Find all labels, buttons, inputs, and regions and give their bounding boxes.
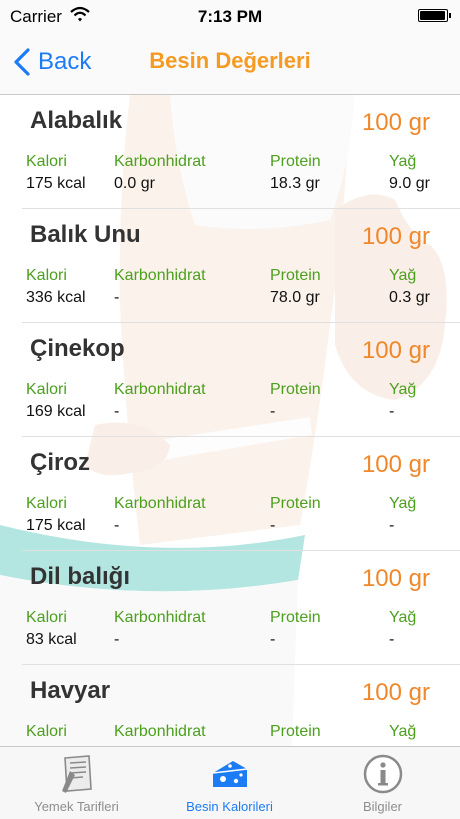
protein-value: 18.3 gr xyxy=(270,175,320,192)
food-portion: 100 gr xyxy=(361,109,430,136)
yag-label: Yağ xyxy=(389,267,417,284)
yag-label: Yağ xyxy=(389,381,417,398)
navigation-bar: Back Besin Değerleri xyxy=(0,32,460,95)
karbonhidrat-value: - xyxy=(114,517,120,534)
karbonhidrat-value: - xyxy=(114,289,120,306)
food-name: Dil balığı xyxy=(30,563,131,590)
karbonhidrat-value: 0.0 gr xyxy=(114,175,155,192)
yag-value: - xyxy=(389,403,395,420)
kalori-label: Kalori xyxy=(26,723,67,740)
cheese-icon xyxy=(212,761,248,787)
protein-value: - xyxy=(270,517,276,534)
protein-value: - xyxy=(270,403,276,420)
yag-value: 9.0 gr xyxy=(389,175,430,192)
food-name: Havyar xyxy=(30,677,111,704)
food-row[interactable]: Dil balığı 100 gr Kalori Karbonhidrat Pr… xyxy=(22,551,460,665)
food-portion: 100 gr xyxy=(361,451,430,478)
food-row[interactable]: Havyar 100 gr Kalori Karbonhidrat Protei… xyxy=(22,665,460,746)
food-portion: 100 gr xyxy=(361,223,430,250)
battery-icon xyxy=(418,9,452,22)
food-table-view[interactable]: Alabalık 100 gr Kalori Karbonhidrat Prot… xyxy=(0,95,460,746)
food-name: Balık Unu xyxy=(30,221,141,248)
food-list: Alabalık 100 gr Kalori Karbonhidrat Prot… xyxy=(0,95,460,746)
food-portion: 100 gr xyxy=(361,337,430,364)
yag-label: Yağ xyxy=(389,153,417,170)
kalori-label: Kalori xyxy=(26,381,67,398)
kalori-value: 169 kcal xyxy=(26,403,86,420)
karbonhidrat-label: Karbonhidrat xyxy=(114,153,206,170)
kalori-label: Kalori xyxy=(26,267,67,284)
tab-besin-kalorileri[interactable]: Besin Kalorileri xyxy=(153,747,306,819)
tab-label: Besin Kalorileri xyxy=(186,799,273,814)
food-row[interactable]: Çiroz 100 gr Kalori Karbonhidrat Protein… xyxy=(22,437,460,551)
page-title: Besin Değerleri xyxy=(149,48,311,73)
recipe-book-icon xyxy=(62,755,92,793)
status-time: 7:13 PM xyxy=(197,7,263,26)
karbonhidrat-value: - xyxy=(114,631,120,648)
food-row[interactable]: Alabalık 100 gr Kalori Karbonhidrat Prot… xyxy=(22,95,460,209)
karbonhidrat-label: Karbonhidrat xyxy=(114,381,206,398)
food-name: Çiroz xyxy=(30,449,90,476)
yag-label: Yağ xyxy=(389,723,417,740)
protein-label: Protein xyxy=(270,495,321,512)
yag-value: - xyxy=(389,631,395,648)
protein-label: Protein xyxy=(270,267,321,284)
karbonhidrat-label: Karbonhidrat xyxy=(114,267,206,284)
food-row[interactable]: Balık Unu 100 gr Kalori Karbonhidrat Pro… xyxy=(22,209,460,323)
kalori-label: Kalori xyxy=(26,495,67,512)
food-row[interactable]: Çinekop 100 gr Kalori Karbonhidrat Prote… xyxy=(22,323,460,437)
protein-label: Protein xyxy=(270,153,321,170)
yag-label: Yağ xyxy=(389,495,417,512)
kalori-label: Kalori xyxy=(26,609,67,626)
kalori-value: 175 kcal xyxy=(26,175,86,192)
karbonhidrat-label: Karbonhidrat xyxy=(114,723,206,740)
karbonhidrat-value: - xyxy=(114,403,120,420)
yag-value: - xyxy=(389,517,395,534)
tab-yemek-tarifleri[interactable]: Yemek Tarifleri xyxy=(0,747,153,819)
tab-label: Yemek Tarifleri xyxy=(34,799,119,814)
yag-value: 0.3 gr xyxy=(389,289,430,306)
kalori-value: 175 kcal xyxy=(26,517,86,534)
food-portion: 100 gr xyxy=(361,679,430,706)
kalori-value: 336 kcal xyxy=(26,289,86,306)
tab-bilgiler[interactable]: Bilgiler xyxy=(306,747,459,819)
karbonhidrat-label: Karbonhidrat xyxy=(114,609,206,626)
food-name: Çinekop xyxy=(30,335,125,362)
protein-label: Protein xyxy=(270,609,321,626)
status-bar: Carrier 7:13 PM xyxy=(0,0,460,32)
food-portion: 100 gr xyxy=(361,565,430,592)
food-name: Alabalık xyxy=(30,107,123,134)
kalori-label: Kalori xyxy=(26,153,67,170)
protein-value: - xyxy=(270,631,276,648)
protein-label: Protein xyxy=(270,381,321,398)
tab-bar: Yemek Tarifleri Besin Kalorileri Bilgile… xyxy=(0,746,460,819)
karbonhidrat-label: Karbonhidrat xyxy=(114,495,206,512)
info-icon xyxy=(363,754,403,794)
tab-label: Bilgiler xyxy=(362,799,402,814)
protein-value: 78.0 gr xyxy=(270,289,320,306)
protein-label: Protein xyxy=(270,723,321,740)
kalori-value: 83 kcal xyxy=(26,631,77,648)
yag-label: Yağ xyxy=(389,609,417,626)
